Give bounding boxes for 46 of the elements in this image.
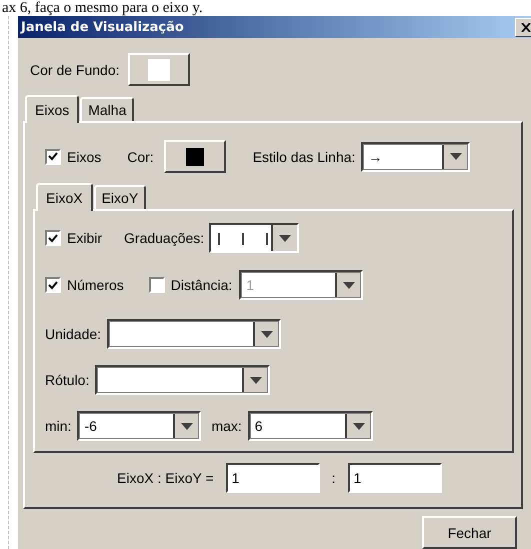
check-icon [48,152,58,161]
field-label: Distância: [170,277,232,293]
checkbox[interactable] [45,230,61,246]
field-label: Cor de Fundo: [30,62,120,78]
input-field[interactable]: 1 [226,463,320,493]
checkbox-label: Exibir [67,230,102,246]
close-icon [521,22,531,32]
max-dropdown[interactable]: 6 [248,411,373,441]
checkbox-label: Números [67,277,124,293]
caret-icon [181,422,194,430]
field-label: Rótulo: [45,372,90,388]
unit-dropdown[interactable] [107,319,282,349]
tab[interactable]: EixoY [94,185,146,209]
color-button[interactable] [164,140,226,173]
caret-icon [250,376,262,384]
input-field[interactable]: 1 [348,463,442,493]
color-button[interactable] [128,53,190,86]
close-dialog-button[interactable]: Fechar [422,516,517,549]
checkbox[interactable] [45,277,61,293]
field-label: Unidade: [45,326,102,342]
line-style-dropdown[interactable]: → [361,142,470,172]
check-icon [48,234,58,242]
ratio-label: EixoX : EixoY = [117,470,214,486]
ratio-separator: : [332,470,336,486]
document-text: ax 6, faça o mesmo para o eixo y. [1,0,204,16]
field-label: Cor: [127,148,154,164]
caret-icon [450,153,462,160]
tab[interactable]: Malha [80,97,134,121]
field-label: max: [211,418,242,434]
label-dropdown[interactable] [95,365,270,395]
check-icon [48,280,58,290]
window-title: Janela de Visualização [21,20,184,34]
caret-icon [261,330,274,338]
close-button[interactable] [515,18,531,36]
tab[interactable]: EixoX [36,183,93,211]
tab[interactable]: Eixos [25,95,80,123]
checkbox[interactable] [45,148,61,164]
caret-icon [279,234,292,242]
checkbox-label: Eixos [67,148,102,164]
caret-icon [352,422,365,430]
tick-style-dropdown[interactable] [209,223,300,253]
field-label: Estilo das Linha: [252,148,356,164]
caret-icon [343,282,356,288]
min-dropdown[interactable]: -6 [77,411,202,441]
field-label: Graduações: [124,230,204,246]
field-label: min: [45,418,72,434]
